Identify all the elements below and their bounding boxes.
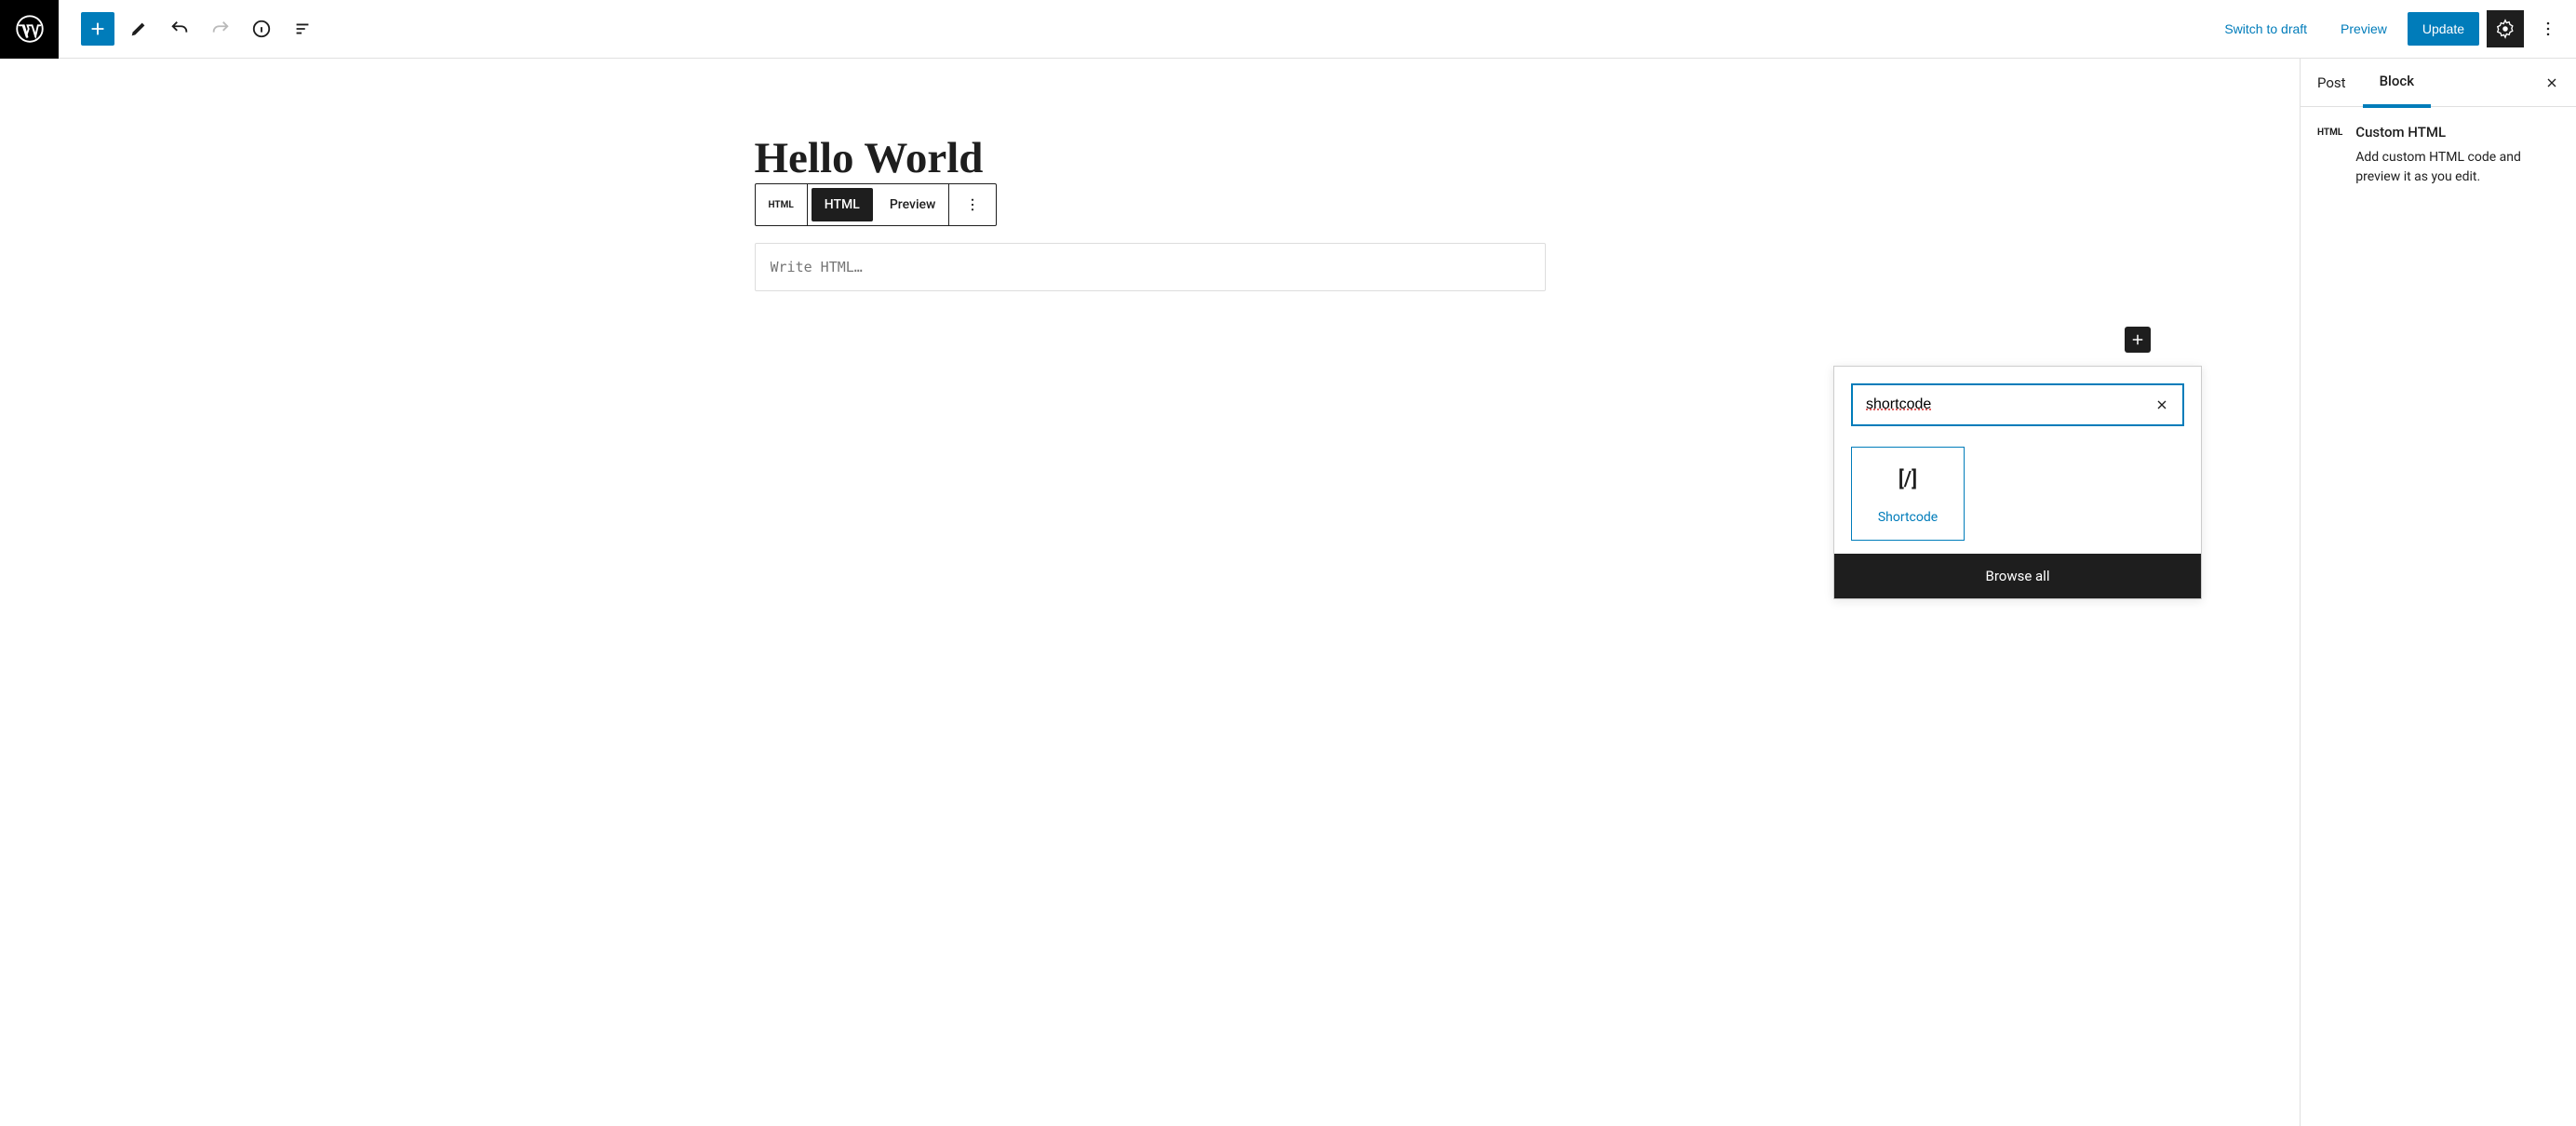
block-search-box: [1851, 383, 2184, 426]
toolbar-right: Switch to draft Preview Update: [2211, 10, 2576, 47]
close-icon: [2154, 397, 2169, 412]
add-block-button[interactable]: [81, 12, 114, 46]
block-inserter-popover: [/] Shortcode Browse all: [1833, 366, 2202, 599]
details-button[interactable]: [245, 12, 278, 46]
settings-sidebar: Post Block HTML Custom HTML Add custom H…: [2300, 59, 2576, 1126]
settings-button[interactable]: [2487, 10, 2524, 47]
pencil-icon: [128, 19, 149, 39]
undo-button[interactable]: [163, 12, 196, 46]
clear-search-button[interactable]: [2154, 397, 2169, 412]
top-toolbar: Switch to draft Preview Update: [0, 0, 2576, 59]
info-icon: [251, 19, 272, 39]
sidebar-tabs: Post Block: [2301, 59, 2576, 107]
sidebar-tab-post[interactable]: Post: [2301, 60, 2363, 106]
block-type-indicator[interactable]: HTML: [756, 189, 807, 221]
redo-icon: [210, 19, 231, 39]
update-button[interactable]: Update: [2408, 12, 2479, 46]
plus-icon: [2129, 331, 2146, 348]
edit-mode-button[interactable]: [122, 12, 155, 46]
block-toolbar: HTML HTML Preview: [755, 183, 998, 226]
shortcode-icon: [/]: [1898, 468, 1917, 491]
list-icon: [292, 19, 313, 39]
block-description: Add custom HTML code and preview it as y…: [2355, 148, 2559, 187]
block-result-shortcode[interactable]: [/] Shortcode: [1851, 447, 1965, 541]
block-result-label: Shortcode: [1878, 510, 1938, 525]
inline-add-block-button[interactable]: [2125, 327, 2151, 353]
sidebar-tab-block[interactable]: Block: [2363, 58, 2431, 108]
block-search-input[interactable]: [1866, 396, 2154, 413]
undo-icon: [169, 19, 190, 39]
wordpress-logo[interactable]: [0, 0, 59, 59]
post-title[interactable]: Hello World: [755, 133, 1546, 183]
preview-button[interactable]: Preview: [2328, 14, 2400, 44]
close-sidebar-button[interactable]: [2528, 75, 2576, 90]
wordpress-icon: [16, 15, 44, 43]
browse-all-button[interactable]: Browse all: [1834, 554, 2201, 598]
block-more-button[interactable]: [949, 189, 996, 221]
switch-to-draft-button[interactable]: Switch to draft: [2211, 14, 2320, 44]
toolbar-left: [59, 12, 319, 46]
editor-canvas: Hello World HTML HTML Preview: [0, 59, 2300, 1126]
close-icon: [2544, 75, 2559, 90]
outline-button[interactable]: [286, 12, 319, 46]
vertical-dots-icon: [2539, 20, 2557, 38]
more-options-button[interactable]: [2531, 10, 2565, 47]
vertical-dots-icon: [964, 196, 981, 213]
tab-html[interactable]: HTML: [812, 188, 873, 221]
html-icon: HTML: [2317, 124, 2342, 187]
redo-button: [204, 12, 237, 46]
tab-preview[interactable]: Preview: [877, 188, 949, 221]
gear-icon: [2495, 19, 2516, 39]
html-input-field[interactable]: [771, 259, 1530, 275]
plus-icon: [87, 19, 108, 39]
block-title: Custom HTML: [2355, 124, 2559, 141]
html-block-editor[interactable]: [755, 243, 1546, 291]
